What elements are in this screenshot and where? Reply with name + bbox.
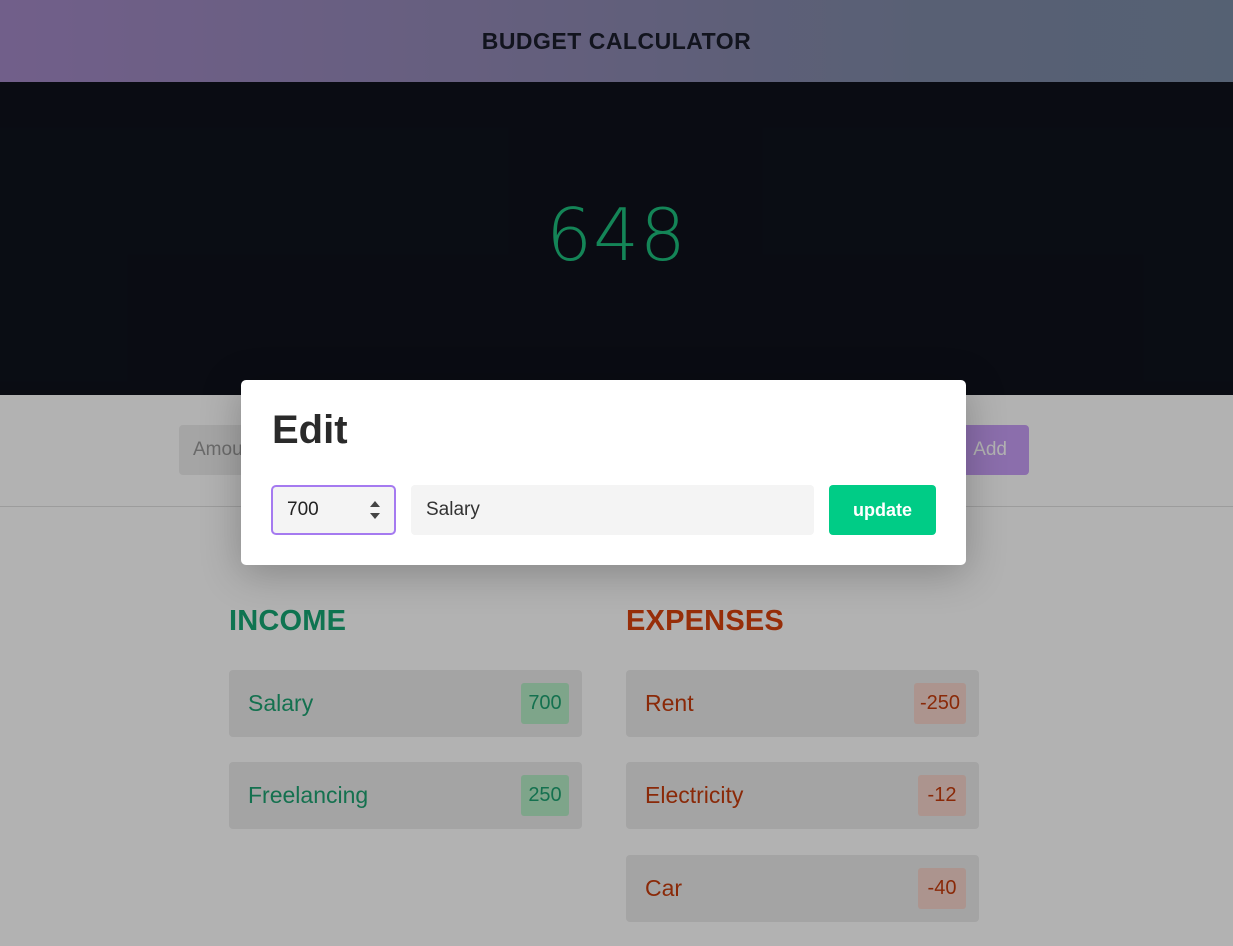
edit-modal: Edit update xyxy=(241,380,966,565)
edit-name-input[interactable] xyxy=(411,485,814,535)
spin-up-icon[interactable] xyxy=(370,501,380,507)
edit-modal-title: Edit xyxy=(272,408,348,452)
edit-amount-input[interactable] xyxy=(273,487,361,533)
number-spinner[interactable] xyxy=(368,501,380,519)
spin-down-icon[interactable] xyxy=(370,513,380,519)
edit-amount-field[interactable] xyxy=(271,485,396,535)
budget-app: BUDGET CALCULATOR 648 Add INCOME EXPENSE… xyxy=(0,0,1233,946)
update-button[interactable]: update xyxy=(829,485,936,535)
